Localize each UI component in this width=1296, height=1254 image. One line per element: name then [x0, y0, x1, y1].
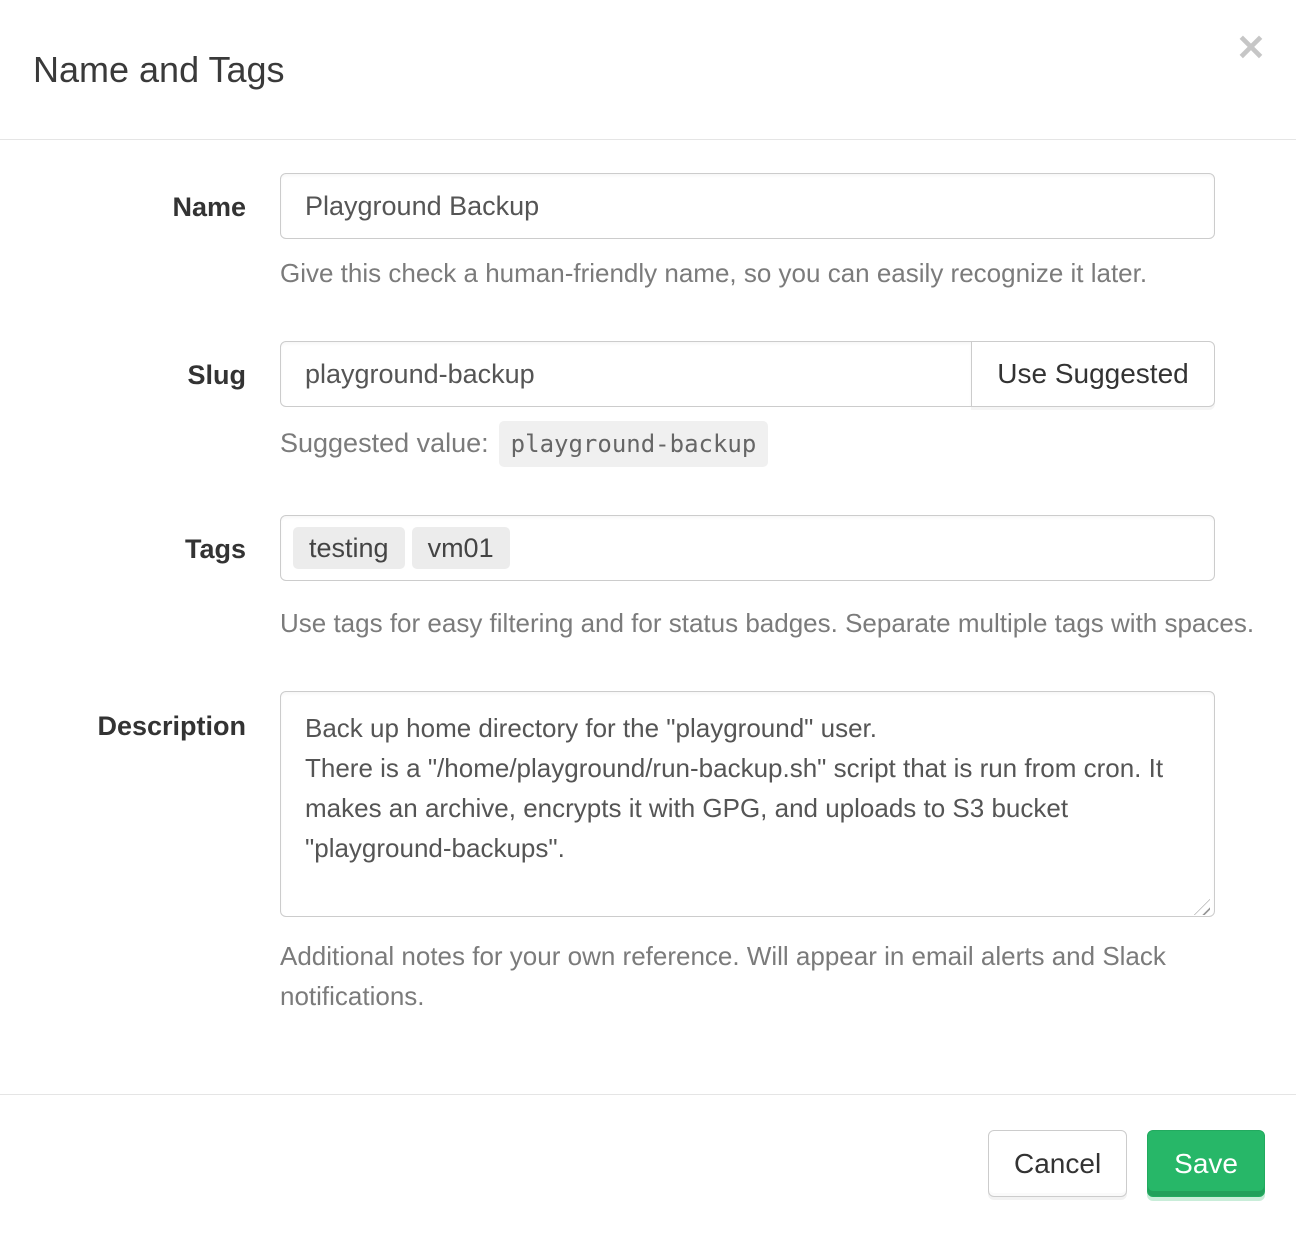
save-button[interactable]: Save [1147, 1130, 1265, 1197]
tags-label: Tags [185, 515, 246, 564]
dialog-title: Name and Tags [33, 50, 1263, 90]
name-input[interactable] [280, 173, 1215, 239]
name-label: Name [172, 173, 246, 222]
use-suggested-button[interactable]: Use Suggested [971, 341, 1215, 407]
description-label: Description [97, 691, 246, 741]
slug-field-row: Slug Use Suggested Suggested value: playg… [0, 341, 1296, 467]
tags-help-text: Use tags for easy filtering and for stat… [280, 603, 1270, 643]
name-and-tags-dialog: Name and Tags ✕ Name Give this check a h… [0, 0, 1296, 1227]
suggested-value-line: Suggested value: playground-backup [280, 421, 1215, 467]
suggested-value-label: Suggested value: [280, 428, 489, 458]
description-help-text: Additional notes for your own reference.… [280, 936, 1270, 1016]
dialog-body: Name Give this check a human-friendly na… [0, 140, 1296, 1094]
slug-input[interactable] [280, 341, 972, 407]
cancel-button[interactable]: Cancel [988, 1130, 1127, 1197]
name-help-text: Give this check a human-friendly name, s… [280, 253, 1215, 293]
dialog-header: Name and Tags ✕ [0, 0, 1296, 140]
slug-label: Slug [188, 341, 247, 390]
close-icon[interactable]: ✕ [1236, 30, 1266, 66]
tags-field-row: Tags testing vm01 Use tags for easy filt… [0, 515, 1296, 643]
name-field-row: Name Give this check a human-friendly na… [0, 173, 1296, 293]
slug-input-group: Use Suggested [280, 341, 1215, 407]
tag-chip: testing [293, 527, 405, 569]
tags-input[interactable]: testing vm01 [280, 515, 1215, 581]
description-textarea[interactable]: Back up home directory for the "playgrou… [280, 691, 1215, 917]
suggested-value-code: playground-backup [499, 421, 769, 467]
dialog-footer: Cancel Save [0, 1094, 1296, 1227]
description-field-row: Description Back up home directory for t… [0, 691, 1296, 1016]
tag-chip: vm01 [412, 527, 510, 569]
